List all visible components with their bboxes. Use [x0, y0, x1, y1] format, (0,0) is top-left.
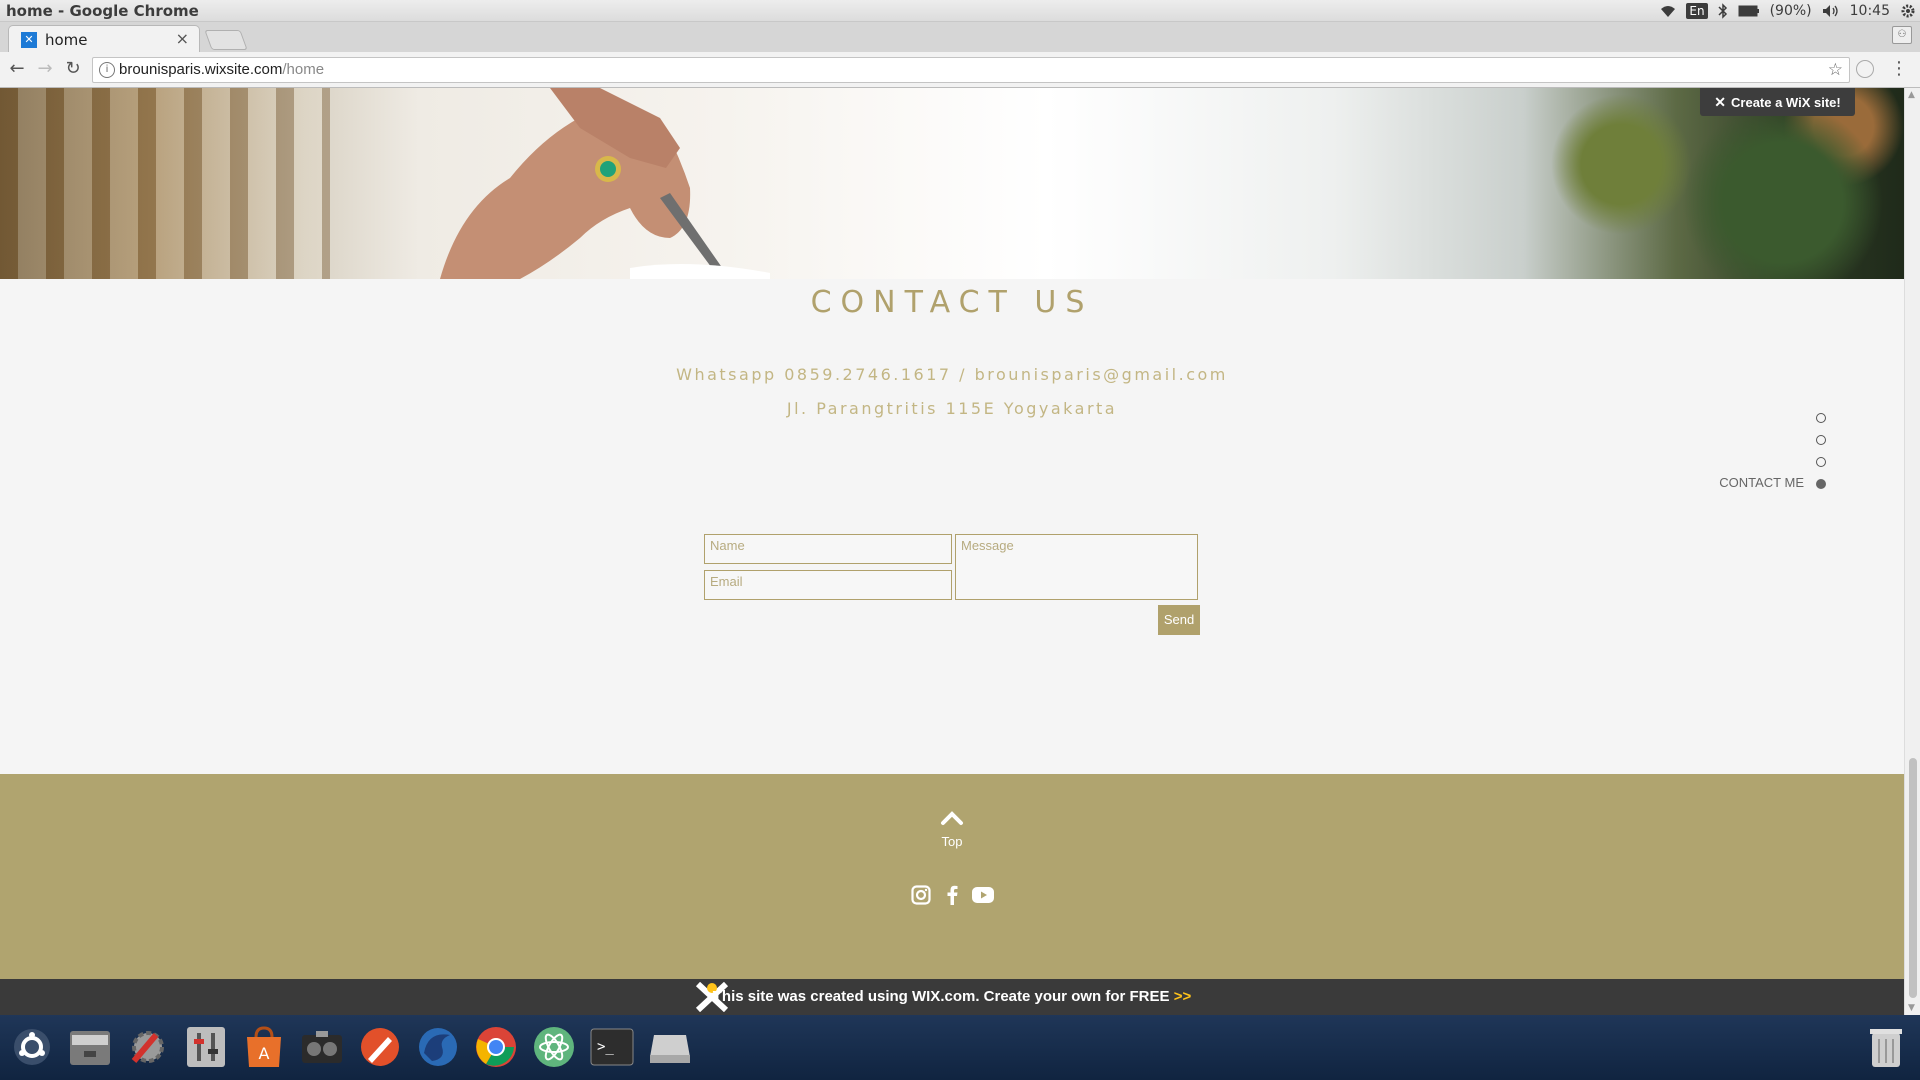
wix-banner-text: This site was created using WIX.com. Cre… — [0, 979, 1904, 1015]
hero-hand-illustration — [440, 88, 770, 279]
bluetooth-icon[interactable] — [1718, 2, 1728, 20]
hero-background-right — [1500, 88, 1904, 279]
footer: Top — [0, 774, 1904, 979]
radio-icon[interactable] — [298, 1023, 346, 1071]
youtube-icon[interactable] — [972, 884, 994, 906]
desktop-dock: A >_ — [0, 1015, 1920, 1080]
firefox-icon[interactable] — [414, 1023, 462, 1071]
battery-percent: (90%) — [1769, 3, 1812, 19]
scroll-up-arrow-icon[interactable]: ▲ — [1908, 90, 1915, 100]
section-nav-dot[interactable] — [1816, 435, 1826, 445]
back-arrow-icon[interactable]: ← — [6, 58, 28, 80]
contact-address: Jl. Parangtritis 115E Yogyakarta — [786, 399, 1118, 418]
back-to-top-link[interactable]: Top — [0, 834, 1904, 849]
clock[interactable]: 10:45 — [1850, 3, 1890, 19]
instagram-icon[interactable] — [910, 884, 931, 906]
address-bar[interactable]: i brounisparis.wixsite.com/home ☆ — [92, 57, 1850, 83]
page-viewport: ✕ Create a WiX site! CONTACT US Whatsapp… — [0, 88, 1904, 1015]
chrome-menu-icon[interactable]: ⋮ — [1890, 58, 1908, 79]
window-title: home - Google Chrome — [6, 2, 199, 20]
section-nav-dot[interactable] — [1816, 413, 1826, 423]
extension-icon[interactable] — [1856, 60, 1874, 78]
browser-toolbar: ← → ↻ i brounisparis.wixsite.com/home ☆ … — [0, 52, 1920, 88]
contact-heading: CONTACT US — [810, 285, 1094, 320]
vertical-scrollbar[interactable]: ▲ ▼ — [1904, 88, 1920, 1015]
volume-icon[interactable] — [1822, 2, 1840, 20]
email-input[interactable]: Email — [704, 570, 952, 600]
profile-icon[interactable]: ⚇ — [1892, 26, 1912, 44]
social-links — [910, 884, 994, 906]
chevron-up-icon[interactable] — [940, 808, 964, 826]
files-icon[interactable] — [66, 1023, 114, 1071]
url-path: /home — [282, 61, 325, 78]
contact-phone-email: Whatsapp 0859.2746.1617 / brounisparis@g… — [676, 365, 1228, 384]
tab-strip: ✕ home × ⚇ — [0, 22, 1920, 52]
new-tab-button[interactable] — [204, 30, 248, 50]
svg-text:>_: >_ — [597, 1039, 614, 1055]
message-textarea[interactable]: Message — [955, 534, 1198, 600]
scroll-down-arrow-icon[interactable]: ▼ — [1908, 1003, 1915, 1013]
wifi-icon[interactable] — [1660, 2, 1676, 20]
hero-image: ✕ Create a WiX site! — [0, 88, 1904, 279]
os-top-panel: home - Google Chrome En (90%) 10:45 — [0, 0, 1920, 22]
software-center-icon[interactable]: A — [240, 1023, 288, 1071]
ubuntu-icon[interactable] — [8, 1023, 56, 1071]
terminal-icon[interactable]: >_ — [588, 1023, 636, 1071]
send-button[interactable]: Send — [1158, 605, 1200, 635]
section-nav-active-label[interactable]: CONTACT ME — [1700, 475, 1804, 490]
forward-arrow-icon[interactable]: → — [34, 58, 56, 80]
wix-banner-message: This site was created using WIX.com. Cre… — [712, 988, 1170, 1005]
tab-close-icon[interactable]: × — [176, 29, 189, 48]
url-host: brounisparis.wixsite.com — [119, 61, 283, 78]
name-input[interactable]: Name — [704, 534, 952, 564]
url-text: brounisparis.wixsite.com/home — [119, 61, 324, 78]
create-wix-site-badge[interactable]: ✕ Create a WiX site! — [1700, 88, 1855, 116]
system-gear-icon[interactable] — [1900, 2, 1916, 20]
site-info-icon[interactable]: i — [99, 62, 115, 78]
tab-title: home — [45, 31, 88, 49]
battery-icon[interactable] — [1738, 2, 1760, 20]
reload-icon[interactable]: ↻ — [62, 58, 84, 80]
facebook-icon[interactable] — [941, 884, 962, 906]
section-nav-dot-active[interactable] — [1816, 479, 1826, 489]
system-tray: En (90%) 10:45 — [1660, 0, 1916, 22]
wix-banner-arrows: >> — [1173, 988, 1192, 1005]
wix-promo-banner[interactable]: This site was created using WIX.com. Cre… — [0, 979, 1904, 1015]
settings-icon[interactable] — [124, 1023, 172, 1071]
trash-icon[interactable] — [1862, 1023, 1910, 1071]
atom-icon[interactable] — [530, 1023, 578, 1071]
section-nav-dot[interactable] — [1816, 457, 1826, 467]
chrome-icon[interactable] — [472, 1023, 520, 1071]
wix-badge-label: Create a WiX site! — [1731, 94, 1841, 110]
drive-icon[interactable] — [646, 1023, 694, 1071]
scrollbar-thumb[interactable] — [1909, 758, 1917, 998]
wix-favicon-icon: ✕ — [21, 32, 37, 48]
tab-home[interactable]: ✕ home × — [8, 25, 200, 52]
inkscape-icon[interactable] — [356, 1023, 404, 1071]
wix-logo-icon: ✕ — [1714, 93, 1727, 110]
bookmark-star-icon[interactable]: ☆ — [1828, 60, 1843, 80]
mixer-icon[interactable] — [182, 1023, 230, 1071]
hero-background-left — [0, 88, 330, 279]
keyboard-language-indicator[interactable]: En — [1686, 3, 1708, 19]
svg-text:A: A — [259, 1044, 270, 1063]
